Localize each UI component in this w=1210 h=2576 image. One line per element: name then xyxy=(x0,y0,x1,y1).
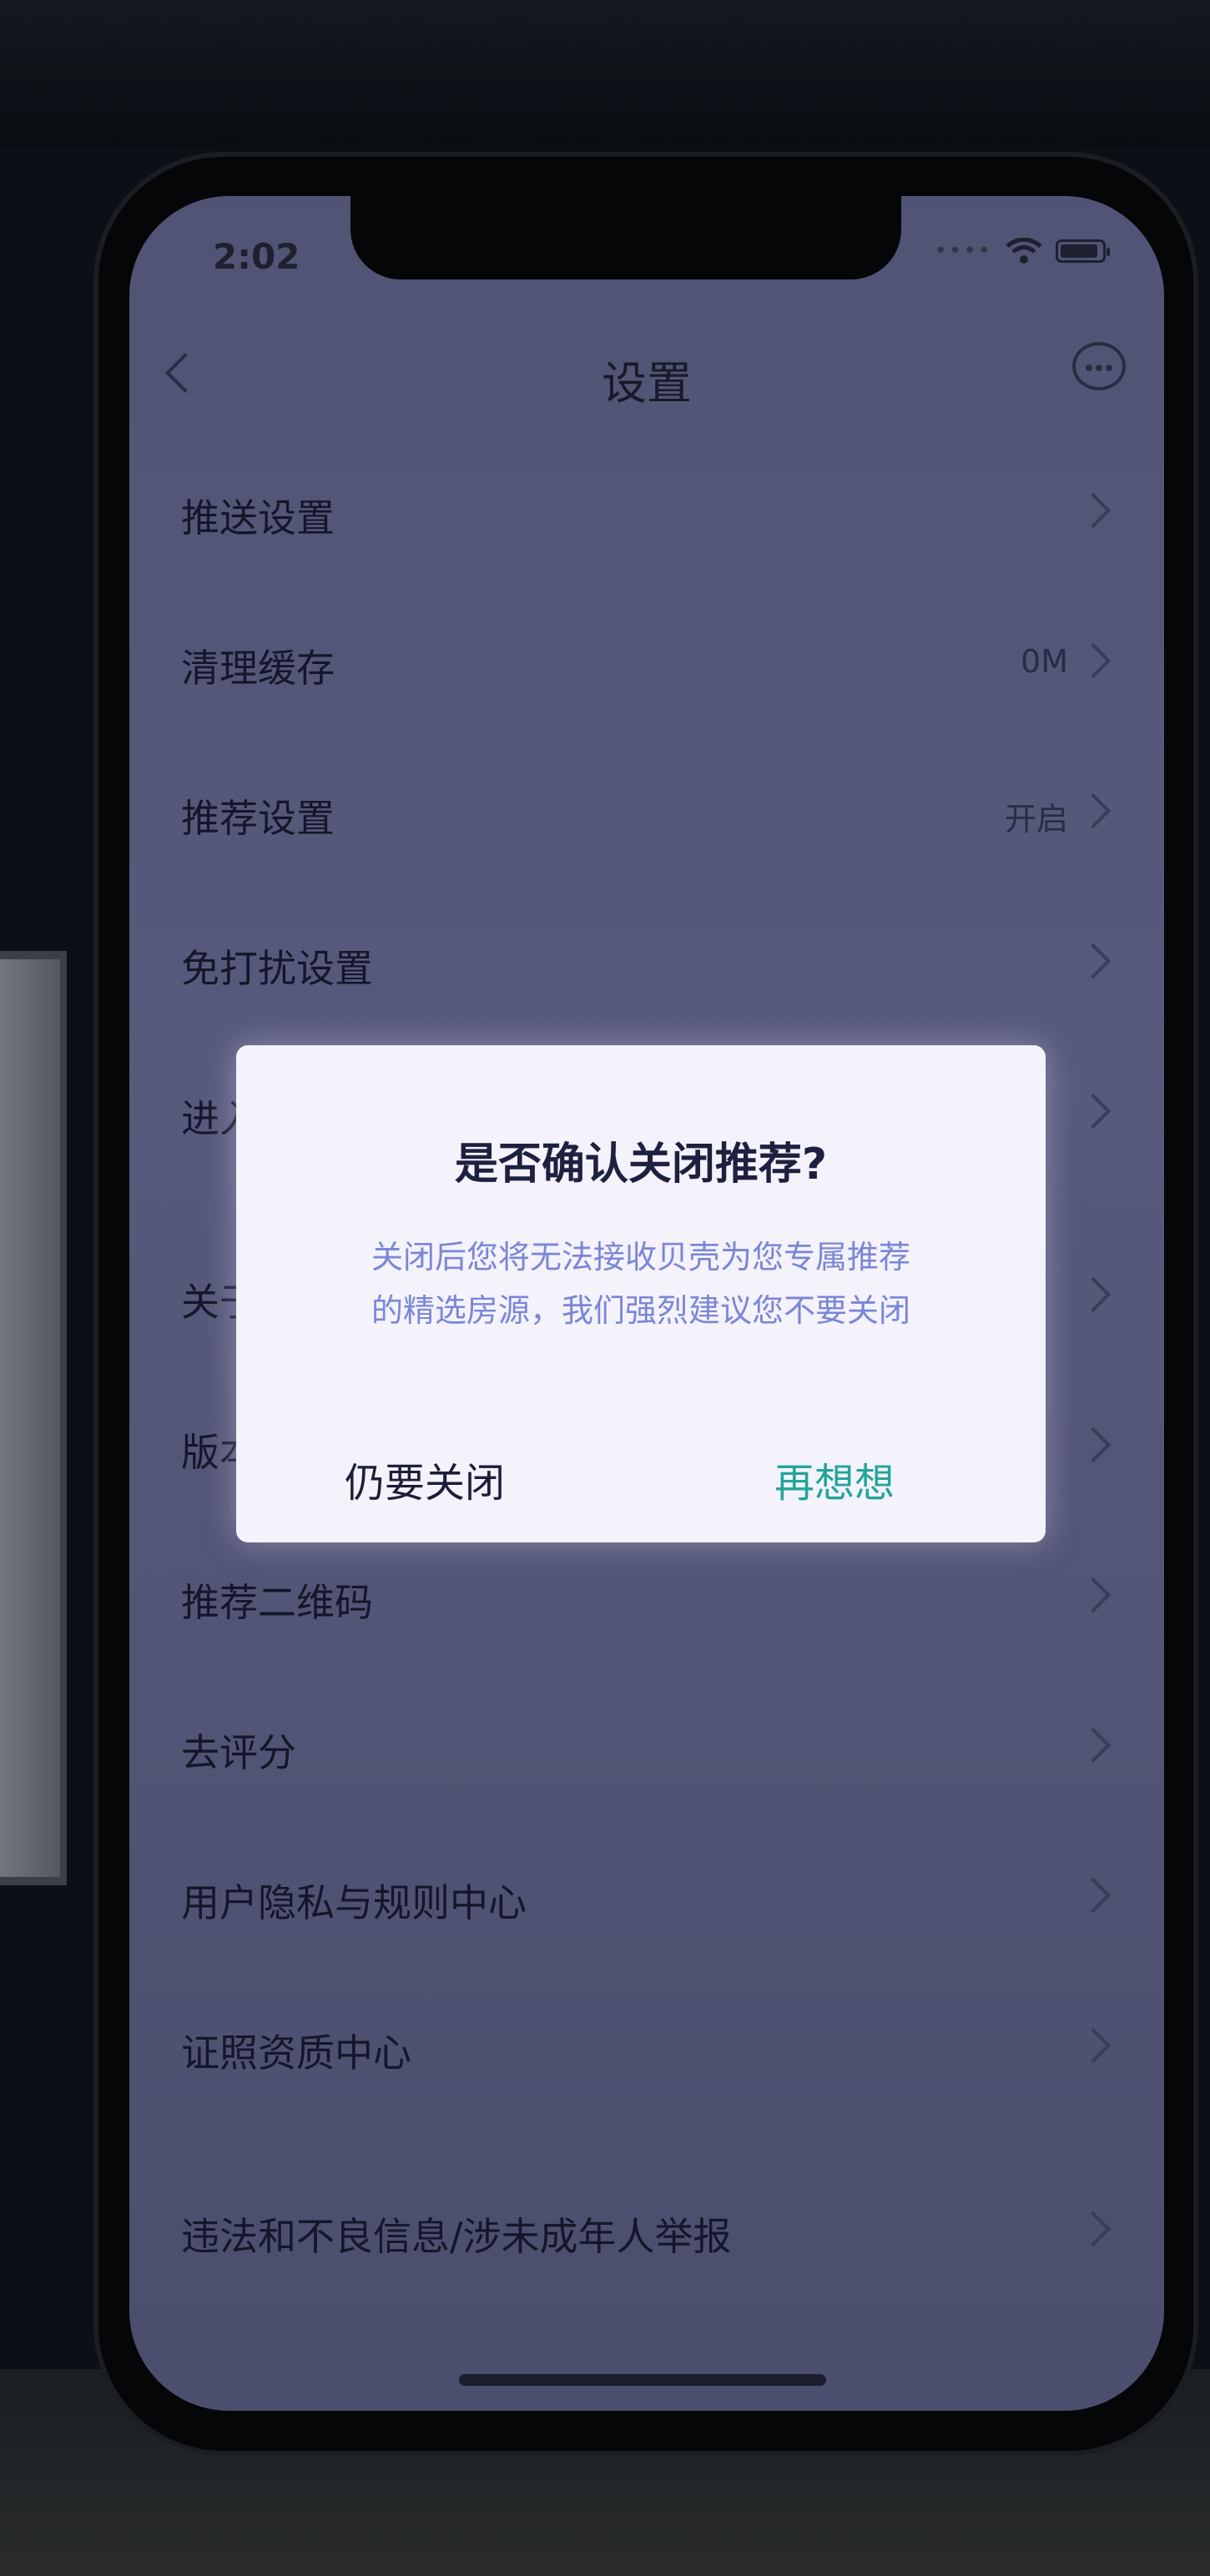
chevron-right-icon xyxy=(1075,1093,1112,1130)
wifi-icon xyxy=(1006,238,1042,264)
row-label: 清理缓存 xyxy=(181,646,335,691)
chevron-right-icon xyxy=(1075,492,1112,529)
settings-row-recommend[interactable]: 推荐设置 开启 xyxy=(129,738,1164,888)
row-label: 推送设置 xyxy=(181,496,335,541)
background-object-highlight xyxy=(0,959,60,1877)
chevron-right-icon xyxy=(1075,1727,1112,1763)
reconsider-button[interactable]: 再想想 xyxy=(774,1450,895,1508)
confirm-close-button[interactable]: 仍要关闭 xyxy=(345,1450,505,1508)
settings-row-rate[interactable]: 去评分 xyxy=(129,1673,1164,1823)
row-label: 免打扰设置 xyxy=(181,946,373,991)
chevron-right-icon xyxy=(1075,2027,1112,2064)
settings-row-push[interactable]: 推送设置 xyxy=(129,438,1164,588)
battery-icon xyxy=(1056,239,1110,263)
row-label: 推荐设置 xyxy=(181,796,335,841)
chevron-right-icon xyxy=(1075,2211,1112,2247)
chevron-right-icon xyxy=(1075,792,1112,829)
settings-row-report[interactable]: 违法和不良信息/涉未成年人举报 xyxy=(129,2156,1164,2307)
status-time: 2:02 xyxy=(213,236,300,277)
settings-row-qr-code[interactable]: 推荐二维码 xyxy=(129,1522,1164,1673)
row-label: 违法和不良信息/涉未成年人举报 xyxy=(181,2214,732,2259)
chevron-right-icon xyxy=(1075,1577,1112,1613)
page-title: 设置 xyxy=(602,357,692,410)
row-label: 用户隐私与规则中心 xyxy=(181,1880,527,1925)
dialog-title: 是否确认关闭推荐? xyxy=(454,1140,828,1190)
settings-row-licenses[interactable]: 证照资质中心 xyxy=(129,1973,1164,2123)
home-indicator[interactable] xyxy=(459,2374,826,2386)
dialog-message-line: 的精选房源，我们强烈建议您不要关闭 xyxy=(371,1292,910,1329)
row-label: 证照资质中心 xyxy=(181,2030,411,2075)
notch xyxy=(350,196,901,279)
chevron-right-icon xyxy=(1075,642,1112,679)
dialog-message-line: 关闭后您将无法接收贝壳为您专属推荐 xyxy=(371,1239,910,1275)
chevron-right-icon xyxy=(1075,1276,1112,1313)
background-top xyxy=(0,0,1210,150)
chevron-right-icon xyxy=(1075,943,1112,979)
recommend-status-value: 开启 xyxy=(1004,801,1068,838)
chevron-right-icon xyxy=(1075,1877,1112,1914)
nav-bar: 设置 xyxy=(129,321,1164,430)
cache-size-value: 0M xyxy=(1021,643,1068,680)
settings-row-privacy[interactable]: 用户隐私与规则中心 xyxy=(129,1823,1164,1973)
row-label: 去评分 xyxy=(181,1730,296,1775)
status-icons: •••• xyxy=(934,238,1110,264)
chat-icon[interactable] xyxy=(1072,342,1126,390)
signal-icon: •••• xyxy=(934,239,992,264)
chevron-right-icon xyxy=(1075,1426,1112,1463)
confirm-dialog: 是否确认关闭推荐? 关闭后您将无法接收贝壳为您专属推荐 的精选房源，我们强烈建议… xyxy=(236,1045,1046,1542)
row-label: 推荐二维码 xyxy=(181,1580,373,1625)
settings-row-do-not-disturb[interactable]: 免打扰设置 xyxy=(129,888,1164,1039)
settings-row-clear-cache[interactable]: 清理缓存 0M xyxy=(129,588,1164,738)
dialog-message: 关闭后您将无法接收贝壳为您专属推荐 的精选房源，我们强烈建议您不要关闭 xyxy=(236,1230,1046,1337)
group-gap xyxy=(129,2123,1164,2156)
